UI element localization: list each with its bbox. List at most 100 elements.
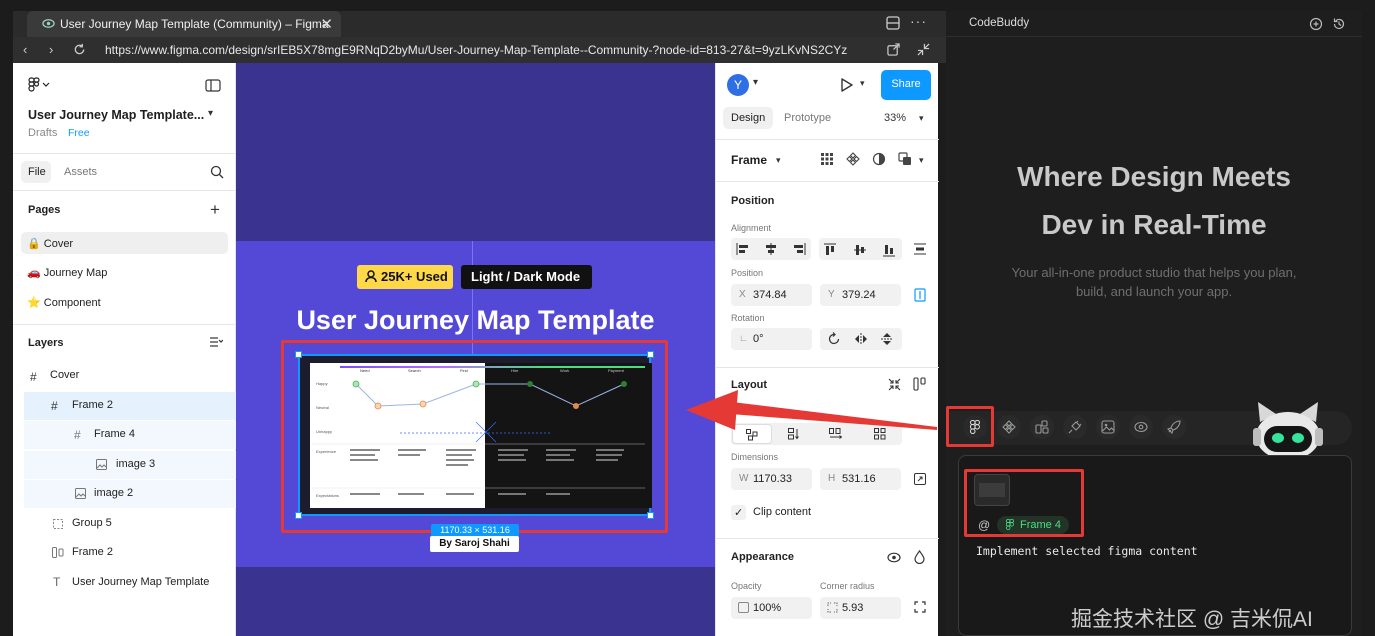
history-icon[interactable] [1332,17,1346,31]
align-bottom-icon[interactable] [883,243,895,257]
pages-title: Pages [28,204,61,216]
layer-row-cover[interactable]: # Cover [13,362,236,390]
url-text[interactable]: https://www.figma.com/design/srIEB5X78mg… [105,43,847,57]
close-tab-icon[interactable]: ✕ [320,15,333,33]
component-tool-button[interactable] [997,415,1021,439]
grid-icon[interactable] [821,153,833,165]
file-menu-chevron-icon[interactable]: ▾ [208,108,213,119]
figma-menu-icon[interactable] [28,77,50,93]
align-right-icon[interactable] [792,243,806,255]
rotate-icon[interactable] [828,332,841,346]
avatar[interactable]: Y [727,74,749,96]
avatar-chevron-icon[interactable]: ▾ [753,77,758,88]
frame-type-label[interactable]: Frame [731,153,767,167]
layer-row-group-5[interactable]: Group 5 [13,510,236,538]
tab-prototype[interactable]: Prototype [784,112,831,124]
cover-frame[interactable]: 25K+ Used Light / Dark Mode User Journey… [236,241,715,567]
corner-radius-label: Corner radius [820,581,875,591]
chat-input-text[interactable]: Implement selected figma content [976,544,1198,558]
mask-icon[interactable] [872,152,886,166]
present-chevron-icon[interactable]: ▾ [860,78,865,89]
y-position-field[interactable]: Y 379.24 [820,284,901,306]
divider [716,538,939,539]
clip-content-checkbox[interactable]: ✓ [731,505,746,520]
layout-tool-button[interactable] [1030,415,1054,439]
independent-corners-icon[interactable] [914,601,926,613]
layers-options-icon[interactable] [209,336,223,348]
width-field[interactable]: W 1170.33 [731,468,812,490]
component-icon[interactable] [846,152,860,166]
align-top-icon[interactable] [824,243,836,257]
back-icon[interactable]: ‹ [23,42,27,57]
tab-assets[interactable]: Assets [64,166,97,178]
share-button[interactable]: Share [881,70,931,100]
height-field[interactable]: H 531.16 [820,468,901,490]
layer-label: Cover [50,369,80,381]
frame-icon: # [30,370,37,384]
file-name[interactable]: User Journey Map Template... [28,108,204,122]
align-left-icon[interactable] [736,243,750,255]
image-tool-button[interactable] [1096,415,1120,439]
opacity-label: Opacity [731,581,762,591]
tab-design[interactable]: Design [723,107,773,129]
distribute-icon[interactable] [914,243,926,255]
blend-mode-icon[interactable] [914,550,925,564]
layer-row-image-3[interactable]: image 3 [24,451,236,479]
new-chat-icon[interactable] [1309,17,1323,31]
opacity-icon [738,602,749,613]
browser-tab[interactable]: User Journey Map Template (Community) – … [27,11,341,37]
opacity-field[interactable]: 100% [731,597,812,619]
layer-row-frame-2-autolayout[interactable]: Frame 2 [13,539,236,567]
split-view-icon[interactable] [886,16,900,30]
visibility-eye-icon[interactable] [887,552,901,563]
zoom-chevron-icon[interactable]: ▾ [919,113,924,124]
mascot-robot-cat [1250,402,1326,460]
page-item-journey-map[interactable]: 🚗 Journey Map [13,261,236,289]
open-external-icon[interactable] [887,43,900,56]
divider [716,181,939,182]
search-icon[interactable] [210,165,224,179]
forward-icon[interactable]: › [49,42,53,57]
x-position-field[interactable]: X 374.84 [731,284,812,306]
layer-row-frame-4[interactable]: # Frame 4 [24,421,236,449]
shrink-icon[interactable] [917,43,930,56]
plugin-tool-button[interactable] [1063,415,1087,439]
transform-group [820,328,902,350]
page-label: 🚗 Journey Map [27,267,108,279]
layer-row-title-text[interactable]: T User Journey Map Template [13,569,236,597]
boolean-chevron-icon[interactable]: ▾ [919,155,924,166]
page-item-component[interactable]: ⭐ Component [13,291,236,319]
resize-mode-icon[interactable] [914,473,926,485]
present-icon[interactable] [840,77,854,93]
toggle-sidebar-icon[interactable] [205,79,221,92]
reload-icon[interactable] [73,43,86,56]
layer-row-image-2[interactable]: image 2 [24,480,236,508]
corner-radius-field[interactable]: 5.93 [820,597,901,619]
add-page-icon[interactable]: + [210,201,220,218]
position-label: Position [731,268,764,278]
eye-icon [42,17,55,30]
rotation-field[interactable]: ∟ 0° [731,328,812,350]
tab-title: User Journey Map Template (Community) – … [60,17,329,31]
flip-vertical-icon[interactable] [881,332,893,346]
divider [716,367,939,368]
frame-type-chevron-icon[interactable]: ▾ [776,155,781,166]
more-options-icon[interactable]: ··· [910,13,927,29]
preview-tool-button[interactable] [1129,415,1153,439]
chat-input-box[interactable]: @ Frame 4 Implement selected figma conte… [958,455,1352,636]
layer-row-frame-2[interactable]: # Frame 2 [24,392,236,420]
canvas[interactable]: 25K+ Used Light / Dark Mode User Journey… [236,63,715,636]
deploy-tool-button[interactable] [1162,415,1186,439]
page-item-cover[interactable]: 🔒 Cover [21,232,228,254]
align-middle-icon[interactable] [854,243,866,257]
align-center-h-icon[interactable] [764,243,778,255]
divider [716,139,939,140]
drafts-label[interactable]: Drafts [28,127,57,139]
corner-radius-icon [827,602,838,613]
flip-horizontal-icon[interactable] [854,333,868,345]
auto-layout-icon[interactable] [913,377,926,391]
tab-file[interactable]: File [21,161,51,183]
zoom-level[interactable]: 33% [884,112,906,124]
boolean-icon[interactable] [898,152,912,166]
constraints-icon[interactable] [914,288,926,302]
